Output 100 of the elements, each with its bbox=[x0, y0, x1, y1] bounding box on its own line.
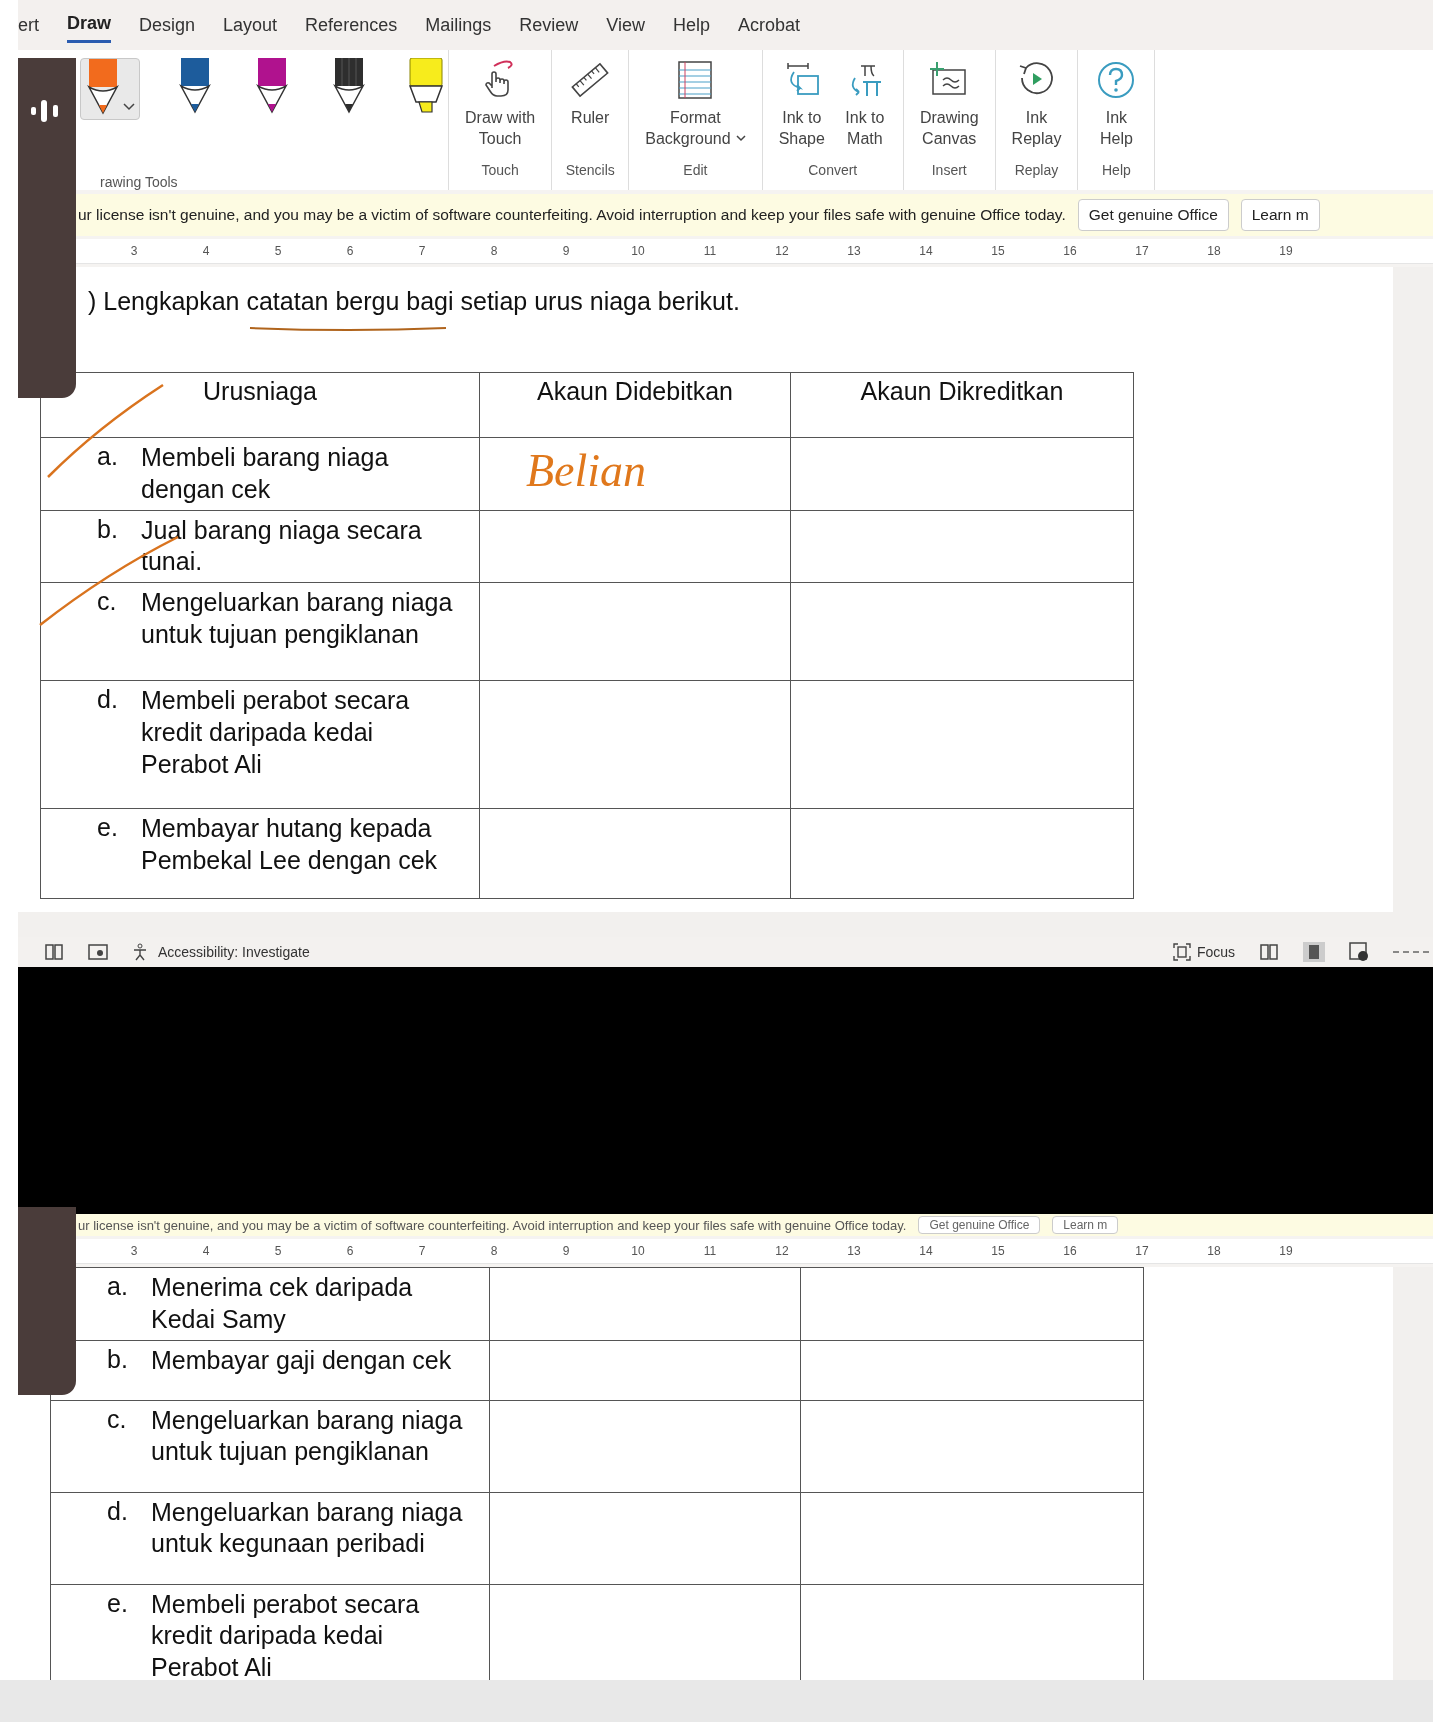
ruler-number: 6 bbox=[345, 244, 355, 258]
group-label: Help bbox=[1102, 162, 1131, 178]
camera-icon[interactable] bbox=[88, 943, 108, 961]
column-header: Akaun Didebitkan bbox=[537, 377, 733, 405]
handwritten-text: Belian bbox=[526, 448, 647, 494]
ruler-number: 14 bbox=[918, 1244, 934, 1258]
menu-tab[interactable]: ert bbox=[18, 8, 39, 42]
item-letter: e. bbox=[107, 1588, 129, 1619]
print-layout-icon[interactable] bbox=[1303, 942, 1325, 962]
ruler-number: 8 bbox=[489, 244, 499, 258]
column-header: Akaun Dikreditkan bbox=[860, 377, 1064, 405]
item-letter: d. bbox=[97, 685, 119, 715]
item-letter: e. bbox=[97, 813, 119, 843]
ruler-number: 6 bbox=[345, 1244, 355, 1258]
ruler-number: 17 bbox=[1134, 244, 1150, 258]
transaction-text: Mengeluarkan barang niaga untuk kegunaan peribadi bbox=[151, 1496, 463, 1560]
group-label: Convert bbox=[808, 162, 858, 178]
ruler-number: 3 bbox=[129, 1244, 139, 1258]
ruler-number: 10 bbox=[630, 1244, 646, 1258]
ruler-number: 5 bbox=[273, 1244, 283, 1258]
ruler-number: 12 bbox=[774, 1244, 790, 1258]
read-mode-icon[interactable] bbox=[1259, 943, 1279, 961]
transaction-text: Membayar hutang kepada Pembekal Lee dengan cek bbox=[141, 813, 438, 876]
ruler-number: 12 bbox=[774, 244, 790, 258]
notice-button[interactable]: Get genuine Office bbox=[1077, 199, 1229, 231]
transaction-text: Mengeluarkan barang niaga untuk tujuan pengiklanan bbox=[141, 587, 453, 650]
caret-icon bbox=[123, 103, 135, 111]
menu-tab[interactable]: Design bbox=[139, 8, 196, 42]
transaction-text: Membeli perabot secara kredit daripada kedai Perabot Ali bbox=[141, 685, 410, 780]
book-icon[interactable] bbox=[44, 943, 64, 961]
license-notice-text: ur license isn't genuine, and you may be a victim of software counterfeiting. Avoid interruption and keep your files safe with genuine Office today. bbox=[78, 206, 1066, 224]
license-notice-text: ur license isn't genuine, and you may be a victim of software counterfeiting. Avoid interruption and keep your files safe with genuine Office today. bbox=[78, 1217, 907, 1233]
focus-button[interactable]: Focus bbox=[1172, 943, 1235, 961]
web-layout-icon[interactable] bbox=[1349, 942, 1369, 962]
group-label: rawing Tools bbox=[99, 174, 179, 190]
item-letter: a. bbox=[107, 1272, 129, 1302]
notice-button[interactable]: Get genuine Office bbox=[918, 1216, 1041, 1234]
group-label: Replay bbox=[1014, 162, 1059, 178]
focus-icon bbox=[1172, 943, 1191, 961]
transaction-text: Mengeluarkan barang niaga untuk tujuan pengiklanan bbox=[151, 1404, 463, 1468]
ribbon-button[interactable]: Draw with Touch bbox=[459, 50, 542, 162]
ruler-number: 10 bbox=[630, 244, 646, 258]
transaction-text: Membeli barang niaga dengan cek bbox=[141, 442, 389, 505]
ribbon-button[interactable]: Ink to Shape bbox=[772, 50, 831, 162]
ruler-number: 11 bbox=[702, 244, 718, 258]
transaction-text: Membeli perabot secara kredit daripada kedai Perabot Ali bbox=[151, 1588, 420, 1683]
transaction-text: Jual barang niaga secara tunai. bbox=[141, 514, 422, 578]
menu-tab[interactable]: Mailings bbox=[425, 8, 492, 42]
menu-tab[interactable]: Acrobat bbox=[737, 8, 800, 42]
ribbon-button[interactable]: Ink Replay bbox=[1005, 50, 1068, 162]
ruler-number: 16 bbox=[1062, 1244, 1078, 1258]
item-letter: d. bbox=[107, 1496, 129, 1527]
ruler-number: 13 bbox=[846, 244, 862, 258]
ruler-number: 5 bbox=[273, 244, 283, 258]
group-label: Stencils bbox=[565, 162, 615, 178]
ruler-number: 14 bbox=[918, 244, 934, 258]
ruler-number: 18 bbox=[1206, 1244, 1222, 1258]
menu-tab[interactable]: References bbox=[305, 8, 398, 42]
menu-tab[interactable]: View bbox=[606, 8, 645, 42]
ribbon-button[interactable]: Ink Help bbox=[1088, 50, 1145, 162]
ruler-number: 7 bbox=[417, 1244, 427, 1258]
ruler-number: 4 bbox=[201, 1244, 211, 1258]
ruler-number: 19 bbox=[1278, 1244, 1294, 1258]
accessibility-status[interactable]: Accessibility: Investigate bbox=[132, 943, 310, 961]
ribbon-button[interactable]: Format Background bbox=[639, 50, 752, 162]
item-letter: b. bbox=[107, 1344, 129, 1375]
ribbon-button[interactable]: Ruler bbox=[562, 50, 619, 162]
instruction-text: ) Lengkapkan catatan bergu bagi setiap urus niaga berikut. bbox=[88, 287, 740, 315]
group-label: Insert bbox=[931, 162, 967, 178]
ribbon-button[interactable]: Ink to Math bbox=[836, 50, 893, 162]
ruler-number: 7 bbox=[417, 244, 427, 258]
group-label: Touch bbox=[481, 162, 519, 178]
item-letter: b. bbox=[97, 514, 119, 545]
ruler-number: 19 bbox=[1278, 244, 1294, 258]
ruler-number: 17 bbox=[1134, 1244, 1150, 1258]
ruler-number: 18 bbox=[1206, 244, 1222, 258]
ruler-number: 3 bbox=[129, 244, 139, 258]
ruler-number: 15 bbox=[990, 1244, 1006, 1258]
item-letter: a. bbox=[97, 442, 119, 472]
pen-button[interactable] bbox=[80, 58, 140, 120]
transaction-text: Menerima cek daripada Kedai Samy bbox=[151, 1272, 413, 1335]
menu-tab[interactable]: Review bbox=[519, 8, 579, 42]
ruler-number: 16 bbox=[1062, 244, 1078, 258]
menu-tab[interactable]: Draw bbox=[67, 7, 112, 43]
item-letter: c. bbox=[107, 1404, 128, 1435]
transaction-text: Membayar gaji dengan cek bbox=[151, 1344, 452, 1376]
notice-button[interactable]: Learn m bbox=[1052, 1216, 1119, 1234]
ruler-number: 4 bbox=[201, 244, 211, 258]
menu-tab[interactable]: Layout bbox=[223, 8, 278, 42]
ruler-number: 8 bbox=[489, 1244, 499, 1258]
notice-button[interactable]: Learn m bbox=[1240, 199, 1320, 231]
group-label: Edit bbox=[683, 162, 708, 178]
column-header: Urusniaga bbox=[203, 377, 317, 405]
item-letter: c. bbox=[97, 587, 118, 617]
ruler-number: 13 bbox=[846, 1244, 862, 1258]
menu-tab[interactable]: Help bbox=[672, 8, 710, 42]
ribbon-button[interactable]: Drawing Canvas bbox=[913, 50, 985, 162]
ruler-number: 9 bbox=[561, 244, 571, 258]
ruler-number: 9 bbox=[561, 1244, 571, 1258]
ruler-number: 11 bbox=[702, 1244, 718, 1258]
